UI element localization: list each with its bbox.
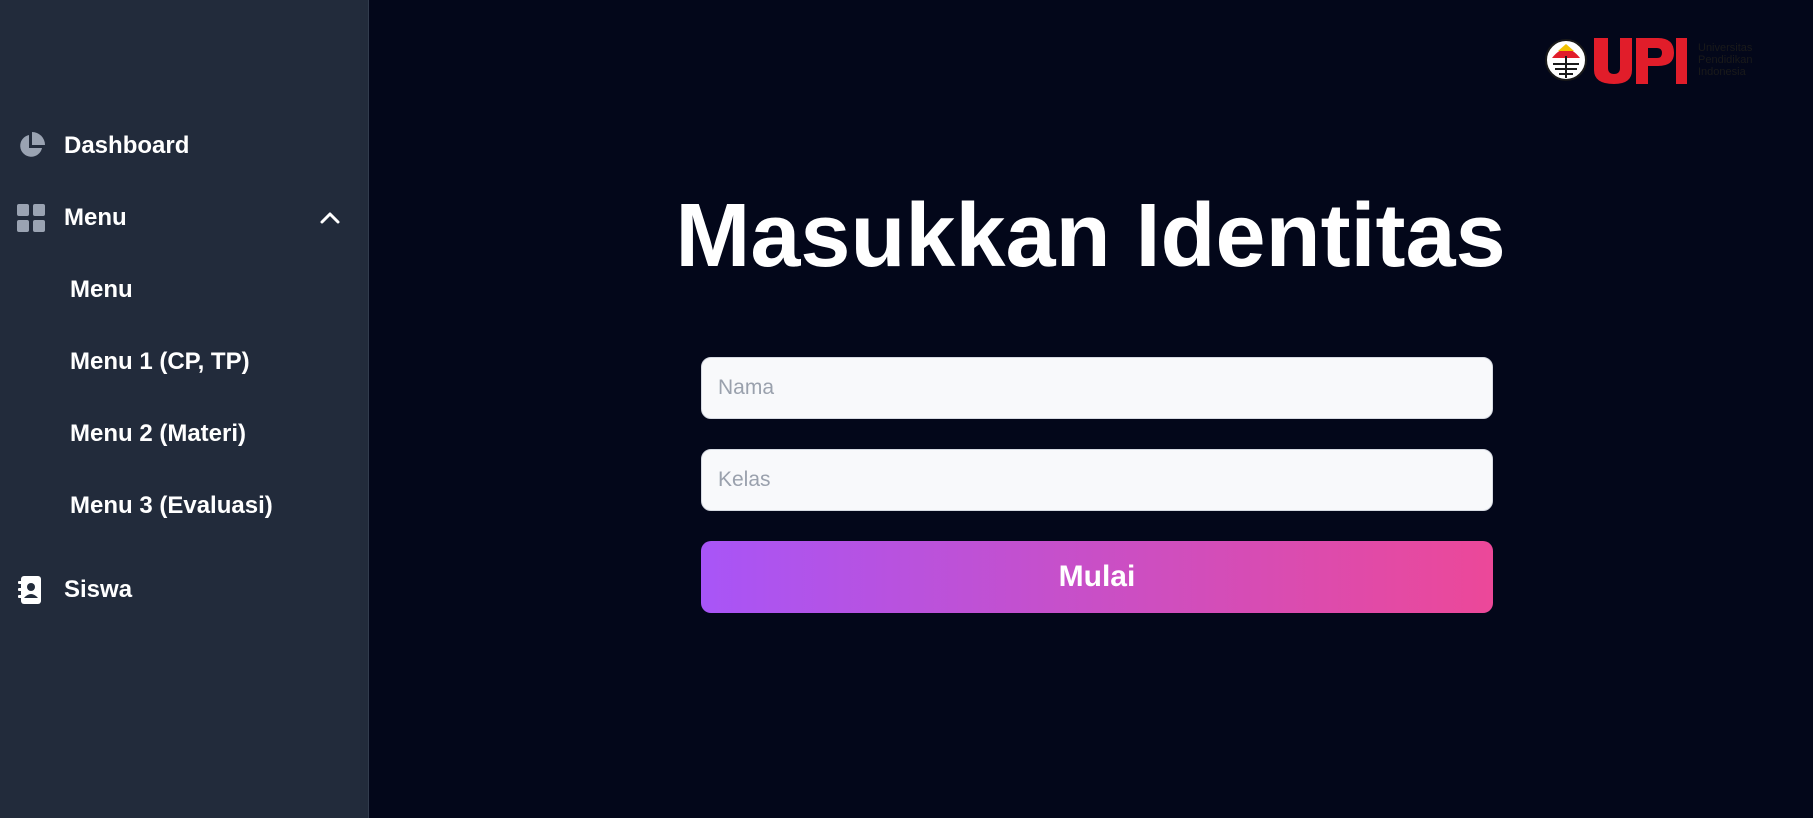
submenu-item-label: Menu (70, 276, 133, 303)
logo-subtitle-line: Pendidikan (1698, 54, 1753, 66)
sidebar-item-label: Menu (64, 204, 127, 231)
upi-logo-subtitle: Universitas Pendidikan Indonesia (1698, 42, 1752, 78)
contact-book-icon (15, 574, 47, 606)
page-title: Masukkan Identitas (675, 186, 1506, 286)
submenu-item-label: Menu 3 (Evaluasi) (70, 492, 273, 519)
upi-emblem-icon (1545, 39, 1587, 81)
upi-wordmark (1594, 38, 1687, 84)
class-field[interactable] (701, 449, 1493, 511)
submenu-item-menu-2[interactable]: Menu 2 (Materi) (0, 406, 369, 462)
submenu-item-menu-3[interactable]: Menu 3 (Evaluasi) (0, 478, 369, 534)
chevron-up-icon[interactable] (316, 204, 344, 232)
submenu-item-label: Menu 2 (Materi) (70, 420, 247, 447)
submenu-item-label: Menu 1 (CP, TP) (70, 348, 250, 375)
sidebar-item-menu[interactable]: Menu (0, 190, 369, 246)
submenu-item-menu-1[interactable]: Menu 1 (CP, TP) (0, 334, 369, 390)
name-field[interactable] (701, 357, 1493, 419)
sidebar-item-siswa[interactable]: Siswa (0, 562, 369, 618)
upi-logo: Universitas Pendidikan Indonesia (1544, 32, 1774, 88)
sidebar-item-dashboard[interactable]: Dashboard (0, 118, 369, 174)
start-button[interactable]: Mulai (701, 541, 1493, 613)
logo-subtitle-line: Universitas (1698, 42, 1753, 54)
main-content: Universitas Pendidikan Indonesia Masukka… (369, 0, 1813, 818)
logo-subtitle-line: Indonesia (1698, 66, 1746, 78)
sidebar-item-label: Siswa (64, 576, 133, 603)
grid-icon (15, 202, 47, 234)
submenu-item-menu[interactable]: Menu (0, 262, 369, 318)
app-root: Dashboard Menu Menu Menu 1 (CP, TP) Menu… (0, 0, 1813, 818)
sidebar: Dashboard Menu Menu Menu 1 (CP, TP) Menu… (0, 0, 369, 818)
sidebar-item-label: Dashboard (64, 132, 190, 159)
pie-chart-icon (15, 130, 47, 162)
